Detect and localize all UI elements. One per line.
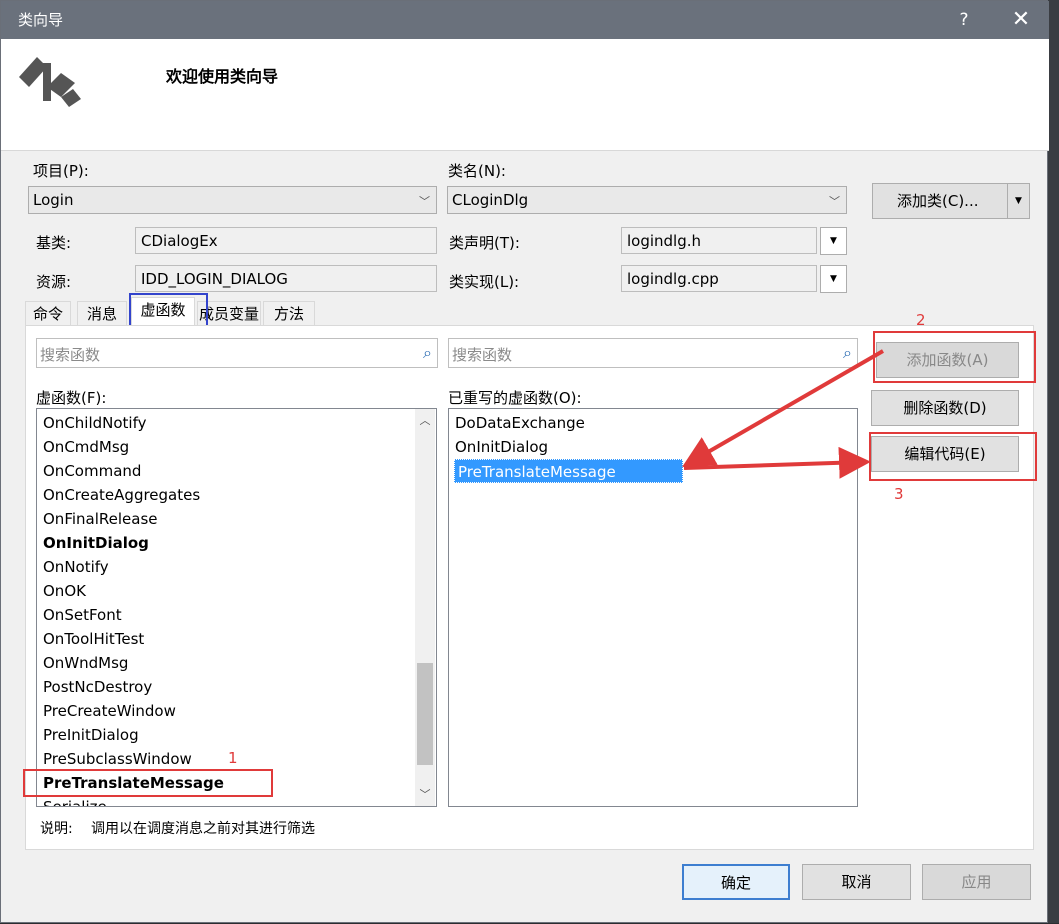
annotation-arrows <box>682 349 884 479</box>
class-wizard-dialog: 类向导 ? ✕ 欢迎使用类向导 项目(P): Login ﹀ 类名(N): CL… <box>0 0 1049 923</box>
arrow-to-overridden-item <box>682 349 884 467</box>
arrow-to-edit-code <box>683 446 871 479</box>
background-app-edge <box>1048 0 1059 923</box>
